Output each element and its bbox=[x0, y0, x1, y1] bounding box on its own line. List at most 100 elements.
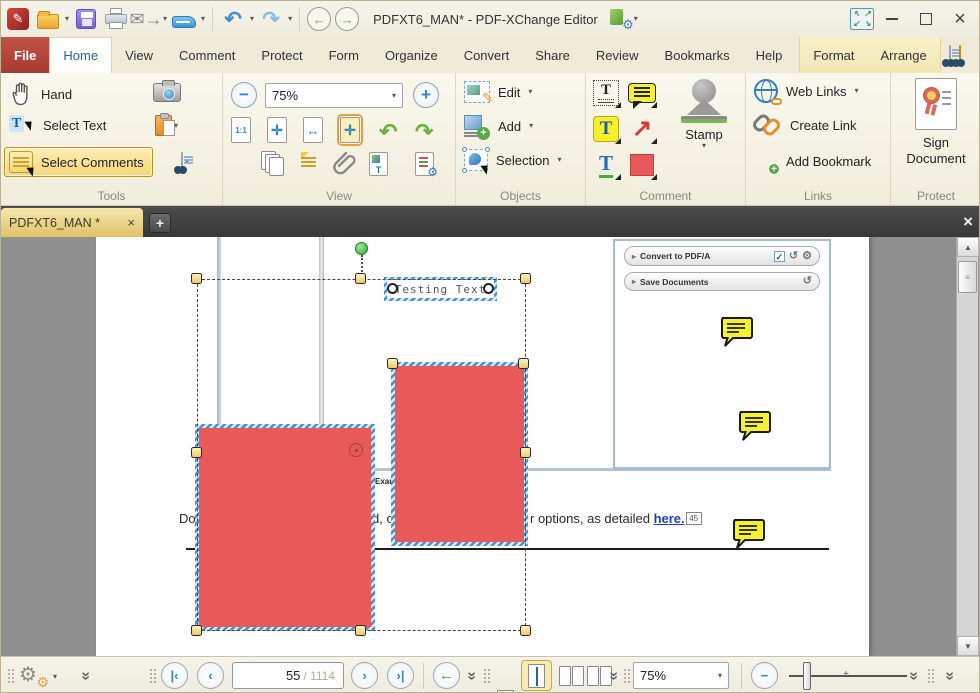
two-page-view-icon[interactable] bbox=[559, 666, 584, 686]
selection-handle-top-right[interactable] bbox=[520, 273, 531, 284]
launch-application-icon[interactable]: ⚙ bbox=[608, 7, 634, 31]
selection-handle-mid-right[interactable] bbox=[520, 447, 531, 458]
sticky-note-tool-icon[interactable] bbox=[626, 77, 658, 109]
open-dropdown-caret[interactable]: ▾ bbox=[65, 15, 69, 23]
selection-handle-mid-left[interactable] bbox=[191, 447, 202, 458]
new-tab-button[interactable]: + bbox=[149, 213, 171, 233]
sticky-note-annotation[interactable] bbox=[735, 409, 773, 443]
status-options-caret[interactable]: ▾ bbox=[53, 673, 57, 681]
typewriter-tool-icon[interactable]: T bbox=[590, 77, 622, 109]
tab-help[interactable]: Help bbox=[743, 37, 796, 73]
tab-share[interactable]: Share bbox=[522, 37, 583, 73]
previous-view-button[interactable]: ← bbox=[433, 662, 460, 689]
open-file-icon[interactable] bbox=[35, 6, 61, 32]
close-document-icon[interactable]: × bbox=[963, 212, 973, 232]
last-page-button[interactable]: ›| bbox=[387, 662, 414, 689]
expand-right-chevron[interactable]: » bbox=[940, 672, 958, 681]
tab-convert[interactable]: Convert bbox=[451, 37, 523, 73]
app-logo-icon[interactable]: ✎ bbox=[5, 6, 31, 32]
shape-handle[interactable] bbox=[518, 358, 529, 369]
zoom-out-icon[interactable]: − bbox=[231, 82, 257, 108]
status-zoom-combobox[interactable]: 75% ▾ bbox=[633, 662, 729, 689]
scroll-down-icon[interactable]: ▼ bbox=[957, 636, 979, 656]
rotation-handle[interactable] bbox=[355, 242, 368, 255]
tab-home[interactable]: Home bbox=[49, 37, 112, 73]
text-box-tool-icon[interactable]: T bbox=[590, 113, 622, 145]
text-format-tool-icon[interactable]: T bbox=[590, 149, 622, 181]
launch-dropdown-caret[interactable]: ▾ bbox=[634, 15, 638, 23]
selection-handle-top-left[interactable] bbox=[191, 273, 202, 284]
email-icon[interactable]: ✉→ bbox=[133, 6, 159, 32]
here-hyperlink[interactable]: here. bbox=[654, 511, 685, 526]
rotate-cw-icon[interactable]: ↷ bbox=[415, 121, 433, 143]
selection-handle-bottom-mid[interactable] bbox=[355, 625, 366, 636]
redo-dropdown-caret[interactable]: ▾ bbox=[288, 15, 292, 23]
maximize-button[interactable] bbox=[909, 6, 943, 32]
tab-view[interactable]: View bbox=[112, 37, 166, 73]
fullscreen-icon[interactable]: ↖↗↙↘ bbox=[849, 6, 875, 32]
expand-toolbar-chevron[interactable]: » bbox=[76, 672, 94, 681]
tab-file[interactable]: File bbox=[1, 37, 49, 73]
scrollbar-thumb[interactable]: ≡ bbox=[958, 261, 977, 293]
tab-organize[interactable]: Organize bbox=[372, 37, 451, 73]
zoom-slider-thumb[interactable] bbox=[803, 662, 811, 690]
add-objects-button[interactable]: + Add▾ bbox=[464, 115, 533, 137]
edit-objects-button[interactable]: ✎ Edit▾ bbox=[464, 81, 532, 103]
create-link-button[interactable]: Create Link bbox=[754, 113, 856, 137]
next-page-button[interactable]: › bbox=[351, 662, 378, 689]
rotate-ccw-icon[interactable]: ↶ bbox=[379, 121, 397, 143]
tab-form[interactable]: Form bbox=[316, 37, 372, 73]
rectangle-tool-icon[interactable] bbox=[626, 149, 658, 181]
document-tab-active[interactable]: PDFXT6_MAN * × bbox=[1, 208, 143, 237]
fit-page-icon[interactable]: ✛ bbox=[267, 117, 287, 143]
content-pane-icon[interactable]: T bbox=[369, 152, 388, 176]
select-text-button[interactable]: T Select Text bbox=[9, 115, 106, 135]
expand-nav-chevron[interactable]: » bbox=[462, 672, 480, 681]
zoom-in-icon[interactable]: + bbox=[413, 82, 439, 108]
scan-dropdown-caret[interactable]: ▾ bbox=[201, 15, 205, 23]
search-document-icon[interactable] bbox=[949, 46, 951, 64]
close-button[interactable]: × bbox=[943, 6, 977, 32]
minimize-button[interactable] bbox=[875, 6, 909, 32]
scroll-up-icon[interactable]: ▲ bbox=[957, 237, 979, 257]
tab-review[interactable]: Review bbox=[583, 37, 652, 73]
zoom-level-combobox[interactable]: 75% ▾ bbox=[265, 83, 403, 108]
sticky-note-annotation[interactable] bbox=[729, 517, 767, 551]
web-links-button[interactable]: Web Links▾ bbox=[754, 79, 858, 103]
collapse-ribbon-icon[interactable]: » bbox=[969, 37, 980, 73]
paste-button[interactable]: ▾ bbox=[155, 115, 178, 136]
print-icon[interactable] bbox=[103, 6, 129, 32]
selection-button[interactable]: Selection▾ bbox=[464, 149, 562, 171]
back-view-icon[interactable]: ← bbox=[307, 7, 331, 31]
tab-comment[interactable]: Comment bbox=[166, 37, 248, 73]
actual-size-icon[interactable]: 1:1 bbox=[231, 117, 251, 143]
sticky-note-annotation[interactable] bbox=[717, 315, 755, 349]
attachments-pane-icon[interactable] bbox=[333, 151, 359, 177]
redo-icon[interactable]: ↷ bbox=[258, 6, 284, 32]
properties-pane-icon[interactable]: ⚙ bbox=[415, 152, 434, 176]
tab-arrange[interactable]: Arrange bbox=[868, 37, 940, 73]
email-dropdown-caret[interactable]: ▾ bbox=[163, 15, 167, 23]
tab-format[interactable]: Format bbox=[800, 37, 867, 73]
hand-tool-button[interactable]: Hand bbox=[9, 81, 72, 107]
sign-document-button[interactable]: Sign Document bbox=[891, 78, 980, 168]
continuous-view-icon[interactable] bbox=[521, 660, 552, 691]
search-folder-icon[interactable] bbox=[959, 46, 961, 64]
expand-zoom-chevron[interactable]: » bbox=[904, 672, 922, 681]
selection-handle-bottom-right[interactable] bbox=[520, 625, 531, 636]
selection-handle-bottom-left[interactable] bbox=[191, 625, 202, 636]
selection-handle-top-mid[interactable] bbox=[355, 273, 366, 284]
forward-view-icon[interactable]: → bbox=[335, 7, 359, 31]
stamp-button[interactable]: Stamp ▾ bbox=[668, 79, 740, 150]
scan-icon[interactable] bbox=[171, 6, 197, 32]
select-comments-button[interactable]: Select Comments bbox=[4, 147, 153, 177]
find-button[interactable]: ▾ bbox=[181, 153, 189, 171]
thumbnails-pane-icon[interactable] bbox=[261, 151, 283, 175]
zoom-out-slider-icon[interactable]: − bbox=[751, 662, 778, 689]
first-page-button[interactable]: |‹ bbox=[161, 662, 188, 689]
shape-handle[interactable] bbox=[387, 358, 398, 369]
save-icon[interactable] bbox=[73, 6, 99, 32]
tab-protect[interactable]: Protect bbox=[248, 37, 315, 73]
expand-layout-chevron[interactable]: » bbox=[604, 672, 622, 681]
fit-visible-icon[interactable]: ✛ bbox=[340, 117, 360, 143]
